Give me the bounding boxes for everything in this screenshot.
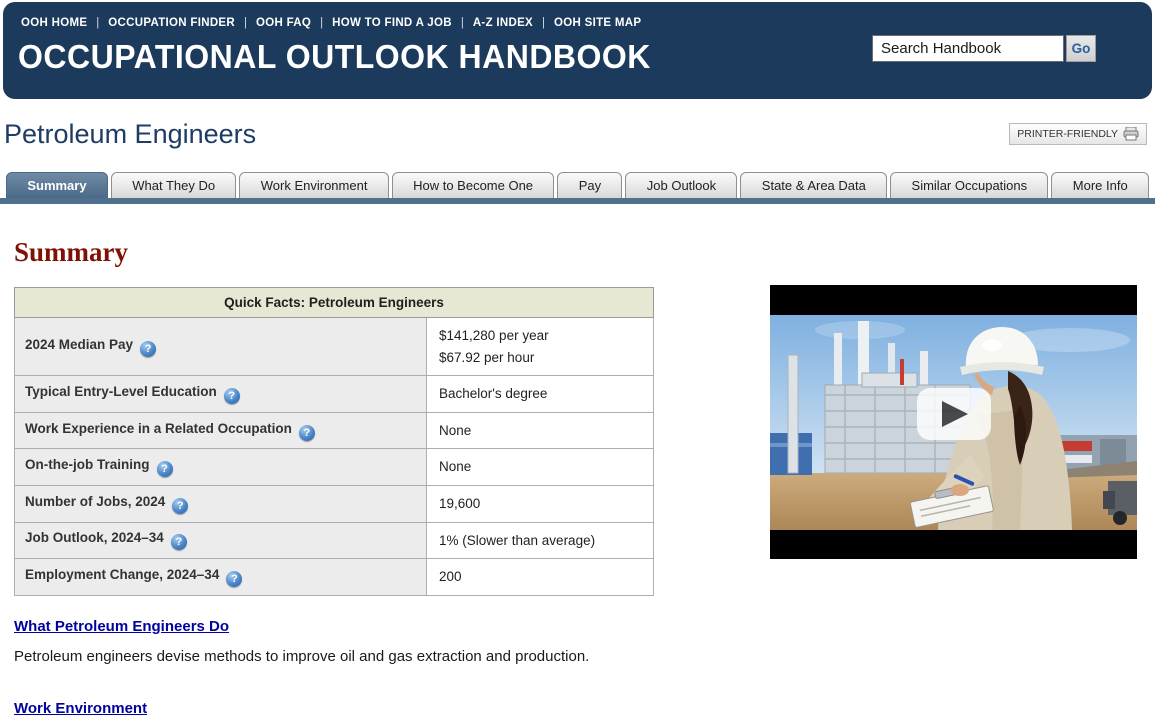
- section-link-work-environment[interactable]: Work Environment: [14, 700, 147, 717]
- quick-facts-value: None: [426, 448, 654, 486]
- site-title: OCCUPATIONAL OUTLOOK HANDBOOK: [18, 38, 651, 75]
- tab-pay[interactable]: Pay: [557, 172, 623, 198]
- quick-facts-label: On-the-job Training?: [14, 448, 427, 486]
- nav-link-ooh-site-map[interactable]: OOH SITE MAP: [554, 17, 641, 29]
- nav-separator: |: [96, 17, 100, 29]
- help-icon[interactable]: ?: [223, 387, 240, 404]
- nav-link-ooh-home[interactable]: OOH HOME: [21, 17, 87, 29]
- nav-separator: |: [244, 17, 247, 29]
- quick-facts-row: Job Outlook, 2024–34? 1% (Slower than ave…: [14, 521, 654, 560]
- quick-facts-value: None: [426, 411, 654, 450]
- section-link-what-petroleum-engineers-do[interactable]: What Petroleum Engineers Do: [14, 618, 229, 635]
- quick-facts-value: $141,280 per year $67.92 per hour: [426, 316, 654, 377]
- page-title: Petroleum Engineers: [4, 119, 257, 149]
- quick-facts-row: 2024 Median Pay? $141,280 per year $67.92 …: [14, 316, 654, 377]
- search-go-button[interactable]: Go: [1066, 35, 1096, 62]
- video-player[interactable]: [770, 285, 1137, 559]
- nav-link-occupation-finder[interactable]: OCCUPATION FINDER: [108, 17, 235, 29]
- summary-heading: Summary: [14, 237, 128, 267]
- quick-facts-row: Employment Change, 2024–34? 200: [14, 558, 654, 596]
- quick-facts-row: Work Experience in a Related Occupation?…: [14, 411, 654, 450]
- top-nav: OOH HOME | OCCUPATION FINDER | OOH FAQ | HOW T…: [3, 2, 1152, 29]
- nav-separator: |: [320, 17, 324, 29]
- search-area: Go: [872, 35, 1096, 62]
- search-input[interactable]: [872, 35, 1064, 62]
- help-icon[interactable]: ?: [140, 340, 157, 357]
- quick-facts-value: 19,600: [426, 484, 654, 523]
- quick-facts-label: 2024 Median Pay?: [14, 316, 427, 377]
- tab-accent-bar: [0, 198, 1155, 204]
- printer-icon: [1123, 127, 1139, 141]
- tab-state-area-data[interactable]: State & Area Data: [740, 172, 888, 198]
- help-icon[interactable]: ?: [298, 424, 315, 441]
- nav-link-how-to-find-a-job[interactable]: HOW TO FIND A JOB: [332, 17, 452, 29]
- tab-more-info[interactable]: More Info: [1051, 172, 1150, 198]
- video-thumbnail: [770, 285, 1137, 559]
- section-paragraph: Petroleum engineers devise methods to im…: [14, 647, 590, 665]
- printer-friendly-button[interactable]: PRINTER-FRIENDLY: [1009, 123, 1147, 145]
- quick-facts-body: 2024 Median Pay? $141,280 per year $67.92 …: [14, 316, 654, 596]
- site-header: OOH HOME | OCCUPATION FINDER | OOH FAQ | HOW T…: [3, 2, 1152, 99]
- quick-facts-value: 200: [426, 558, 654, 596]
- quick-facts-table: Quick Facts: Petroleum Engineers 2024 Me…: [14, 287, 654, 596]
- quick-facts-label: Employment Change, 2024–34?: [14, 558, 427, 596]
- tab-how-to-become-one[interactable]: How to Become One: [391, 172, 555, 198]
- printer-friendly-label: PRINTER-FRIENDLY: [1017, 128, 1118, 140]
- main-content: Summary Quick Facts: Petroleum Engineers…: [0, 237, 1155, 722]
- tab-similar-occupations[interactable]: Similar Occupations: [890, 172, 1049, 198]
- quick-facts-row: Typical Entry-Level Education? Bachelor's…: [14, 375, 654, 413]
- quick-facts-row: On-the-job Training? None: [14, 448, 654, 486]
- help-icon[interactable]: ?: [170, 534, 187, 551]
- quick-facts-value: Bachelor's degree: [426, 375, 654, 413]
- tab-work-environment[interactable]: Work Environment: [239, 172, 389, 198]
- quick-facts-title: Quick Facts: Petroleum Engineers: [14, 287, 654, 318]
- quick-facts-value: 1% (Slower than average): [426, 521, 654, 560]
- quick-facts-label: Work Experience in a Related Occupation?: [14, 411, 427, 450]
- nav-separator: |: [542, 17, 546, 29]
- quick-facts-row: Number of Jobs, 2024? 19,600: [14, 484, 654, 523]
- help-icon[interactable]: ?: [172, 497, 189, 514]
- quick-facts-label: Number of Jobs, 2024?: [14, 484, 427, 523]
- nav-link-ooh-faq[interactable]: OOH FAQ: [256, 17, 311, 29]
- help-icon[interactable]: ?: [226, 570, 243, 587]
- quick-facts-label: Job Outlook, 2024–34?: [14, 521, 427, 560]
- summary-sections: What Petroleum Engineers Do Petroleum eng…: [14, 610, 1141, 722]
- quick-facts-label: Typical Entry-Level Education?: [14, 375, 427, 413]
- tab-list: Summary What They Do Work Environment How t…: [0, 172, 1155, 198]
- facts-row: Quick Facts: Petroleum Engineers 2024 Me…: [14, 285, 1141, 596]
- tab-what-they-do[interactable]: What They Do: [110, 172, 237, 198]
- play-button: [917, 388, 991, 440]
- help-icon[interactable]: ?: [156, 461, 173, 478]
- nav-link-a-z-index[interactable]: A-Z INDEX: [473, 17, 533, 29]
- tab-job-outlook[interactable]: Job Outlook: [625, 172, 738, 198]
- nav-separator: |: [460, 17, 464, 29]
- tab-summary[interactable]: Summary: [6, 172, 108, 198]
- page-head: Petroleum Engineers PRINTER-FRIENDLY: [4, 119, 1147, 159]
